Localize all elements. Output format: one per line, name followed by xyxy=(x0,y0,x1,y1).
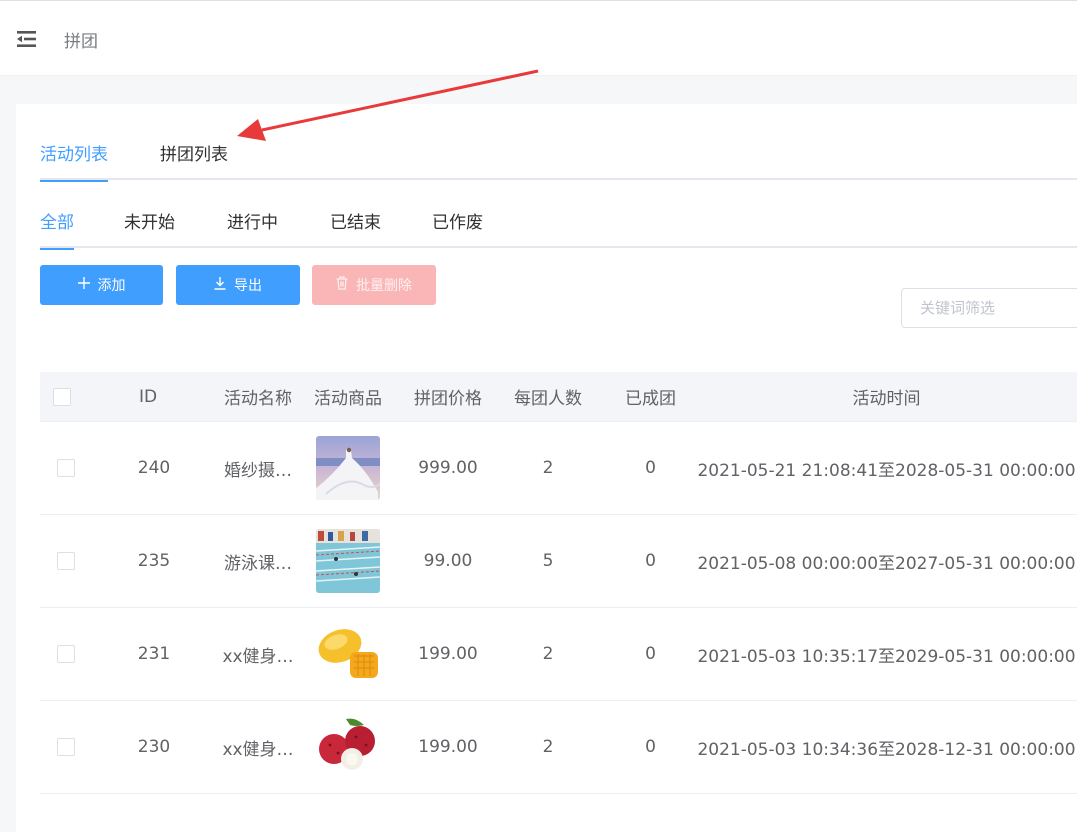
table-row[interactable]: 235 游泳课… 99.00 5 0 2021-05-08 00:00:00至2… xyxy=(40,515,1077,608)
tab-status-in-progress[interactable]: 进行中 xyxy=(227,210,278,248)
cell-id: 235 xyxy=(137,551,171,571)
tab-status-voided[interactable]: 已作废 xyxy=(432,210,483,248)
column-header-id: ID xyxy=(138,386,158,407)
row-checkbox[interactable] xyxy=(57,552,75,570)
cell-id: 231 xyxy=(137,644,171,664)
export-button[interactable]: 导出 xyxy=(176,265,300,305)
cell-completed: 0 xyxy=(645,644,656,664)
cell-members: 5 xyxy=(542,551,554,571)
cell-id: 240 xyxy=(137,458,171,478)
tab-status-not-started[interactable]: 未开始 xyxy=(124,210,175,248)
column-header-completed: 已成团 xyxy=(625,389,676,409)
cell-name: 婚纱摄… xyxy=(224,460,292,481)
select-all-checkbox[interactable] xyxy=(53,387,71,406)
row-checkbox[interactable] xyxy=(57,738,75,756)
top-bar: 拼团 xyxy=(0,0,1077,76)
cell-price: 199.00 xyxy=(418,737,478,757)
cell-completed: 0 xyxy=(645,551,656,571)
table-row[interactable]: 230 xx健身… 199.00 2 0 2021-05-03 10:34:36… xyxy=(40,701,1077,794)
export-button-label: 导出 xyxy=(234,278,262,294)
cell-price: 199.00 xyxy=(418,644,478,664)
batch-delete-button-label: 批量删除 xyxy=(356,278,412,294)
column-header-price: 拼团价格 xyxy=(414,389,482,409)
cell-name: xx健身… xyxy=(222,739,294,760)
cell-price: 99.00 xyxy=(423,551,473,571)
cell-id: 230 xyxy=(137,737,171,757)
cell-name: 游泳课… xyxy=(224,553,292,574)
table-row[interactable]: 240 婚纱摄… 999.00 2 0 2021-05-21 21:08:41至… xyxy=(40,422,1077,515)
tab-status-ended[interactable]: 已结束 xyxy=(330,210,381,248)
cell-time: 2021-05-03 10:35:17至2029-05-31 00:00:00 xyxy=(697,646,1076,667)
cell-time: 2021-05-08 00:00:00至2027-05-31 00:00:00 xyxy=(697,553,1076,574)
product-image-mango[interactable] xyxy=(316,622,380,686)
column-header-product: 活动商品 xyxy=(314,389,382,409)
table-header: ID 活动名称 活动商品 拼团价格 每团人数 已成团 活动时间 xyxy=(40,372,1077,422)
column-header-time: 活动时间 xyxy=(852,389,921,409)
cell-time: 2021-05-03 10:34:36至2028-12-31 00:00:00 xyxy=(697,739,1076,760)
cell-name: xx健身… xyxy=(222,646,294,667)
batch-delete-button[interactable]: 批量删除 xyxy=(312,265,436,305)
table-row[interactable]: 231 xx健身… 199.00 2 0 2021-05-03 10:35:17… xyxy=(40,608,1077,701)
tab-activity-list[interactable]: 活动列表 xyxy=(40,142,108,182)
main-panel: 活动列表 拼团列表 全部 未开始 进行中 已结束 已作废 添加 导出 批量删除 xyxy=(16,104,1077,832)
activity-table: ID 活动名称 活动商品 拼团价格 每团人数 已成团 活动时间 240 婚纱摄… xyxy=(40,372,1077,794)
row-checkbox[interactable] xyxy=(57,645,75,663)
cell-price: 999.00 xyxy=(418,458,478,478)
product-image-wedding-photo[interactable] xyxy=(316,436,380,500)
cell-members: 2 xyxy=(542,644,554,664)
trash-icon xyxy=(336,276,348,294)
add-button-label: 添加 xyxy=(97,278,126,294)
product-image-swimming-pool[interactable] xyxy=(316,529,380,593)
cell-members: 2 xyxy=(542,458,554,478)
activity-tabs: 活动列表 拼团列表 xyxy=(40,142,1077,182)
download-icon xyxy=(214,276,226,294)
column-header-members: 每团人数 xyxy=(514,389,582,409)
cell-completed: 0 xyxy=(645,737,656,757)
column-header-name: 活动名称 xyxy=(224,389,292,409)
status-tabs: 全部 未开始 进行中 已结束 已作废 xyxy=(40,210,1077,250)
product-image-lychee[interactable] xyxy=(316,715,380,779)
keyword-search-input[interactable] xyxy=(901,288,1077,328)
tab-group-list[interactable]: 拼团列表 xyxy=(160,142,228,180)
cell-completed: 0 xyxy=(645,458,656,478)
tab-status-all[interactable]: 全部 xyxy=(40,210,74,250)
breadcrumb: 拼团 xyxy=(64,32,98,52)
menu-fold-icon[interactable] xyxy=(16,29,38,49)
plus-icon xyxy=(77,277,90,293)
cell-time: 2021-05-21 21:08:41至2028-05-31 00:00:00 xyxy=(697,460,1076,481)
row-checkbox[interactable] xyxy=(57,459,75,477)
cell-members: 2 xyxy=(542,737,554,757)
add-button[interactable]: 添加 xyxy=(40,265,163,305)
